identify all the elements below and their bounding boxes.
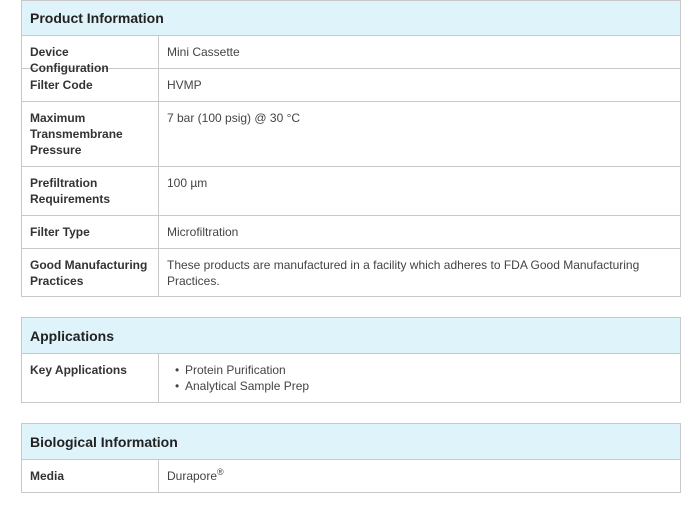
spec-value: 100 µm <box>167 176 208 190</box>
spec-label: Maximum Transmembrane Pressure <box>22 102 159 166</box>
list-item: Protein Purification <box>175 362 672 378</box>
spec-label: Filter Code <box>22 69 159 101</box>
spec-label: Device Configuration <box>22 36 159 75</box>
spec-value: 7 bar (100 psig) @ 30 °C <box>167 111 301 125</box>
spec-row-key-applications: Key Applications Protein Purification An… <box>22 354 680 402</box>
spec-value: Protein Purification Analytical Sample P… <box>159 354 680 402</box>
spec-row-good-manufacturing-practices: Good Manufacturing Practices These produ… <box>22 249 680 297</box>
spec-value: Mini Cassette <box>167 45 240 59</box>
spec-row-device-configuration: Device Configuration Mini Cassette <box>22 36 680 75</box>
spec-value: Microfiltration <box>167 225 239 239</box>
applications-section: Applications Key Applications Protein Pu… <box>21 317 681 403</box>
spec-label: Media <box>22 460 159 492</box>
key-applications-list: Protein Purification Analytical Sample P… <box>167 362 672 394</box>
spec-row-media: Media Durapore® <box>22 460 680 492</box>
biological-information-section: Biological Information Media Durapore® <box>21 423 681 493</box>
registered-mark: ® <box>217 467 224 477</box>
spec-row-max-transmembrane-pressure: Maximum Transmembrane Pressure 7 bar (10… <box>22 102 680 167</box>
spec-label: Filter Type <box>22 216 159 248</box>
spec-label: Good Manufacturing Practices <box>22 249 159 297</box>
spec-row-prefiltration-requirements: Prefiltration Requirements 100 µm <box>22 167 680 216</box>
spec-value: Durapore® <box>159 460 680 492</box>
spec-label: Prefiltration Requirements <box>22 167 159 215</box>
biological-information-header: Biological Information <box>22 424 680 460</box>
spec-row-filter-code: Filter Code HVMP <box>22 69 680 102</box>
spec-value: HVMP <box>167 78 202 92</box>
product-information-header: Product Information <box>22 1 680 36</box>
media-name: Durapore <box>167 469 218 483</box>
product-information-section: Product Information Device Configuration… <box>21 0 681 297</box>
spec-row-filter-type: Filter Type Microfiltration <box>22 216 680 249</box>
list-item: Analytical Sample Prep <box>175 378 672 394</box>
applications-header: Applications <box>22 318 680 354</box>
spec-label: Key Applications <box>22 354 159 402</box>
spec-value: These products are manufactured in a fac… <box>167 258 640 288</box>
